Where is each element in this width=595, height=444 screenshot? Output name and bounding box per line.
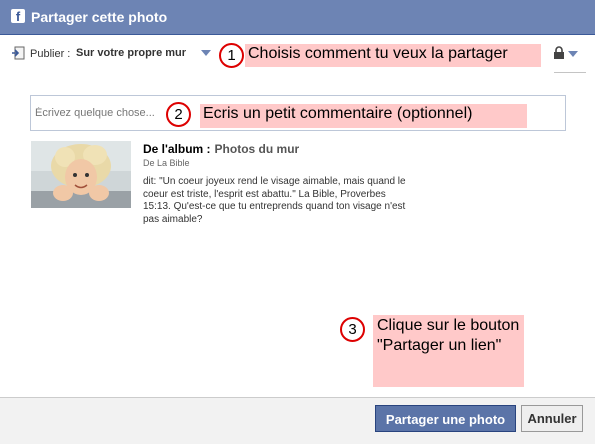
album-label: De l'album : <box>143 142 211 156</box>
owner-name: De La Bible <box>143 158 190 168</box>
album-name-link[interactable]: Photos du mur <box>215 142 300 156</box>
annotation-1-number: 1 <box>219 43 244 68</box>
lock-icon[interactable] <box>553 46 565 60</box>
photo-thumbnail[interactable] <box>31 141 131 208</box>
annotation-2-number: 2 <box>166 102 191 127</box>
audience-selector[interactable]: Sur votre propre mur <box>76 47 186 59</box>
annotation-3-number: 3 <box>340 317 365 342</box>
privacy-chevron-down-icon[interactable] <box>568 51 578 57</box>
annotation-2-text: Ecris un petit commentaire (optionnel) <box>200 104 527 128</box>
album-line: De l'album : Photos du mur <box>143 142 299 156</box>
publish-icon <box>12 46 25 60</box>
annotation-3-text: Clique sur le bouton "Partager un lien" <box>373 315 524 387</box>
dialog-titlebar: f Partager cette photo <box>0 0 595 35</box>
annotation-1-text: Choisis comment tu veux la partager <box>245 44 541 67</box>
share-photo-dialog: f Partager cette photo Publier : Sur vot… <box>0 0 595 444</box>
share-photo-button[interactable]: Partager une photo <box>375 405 516 432</box>
privacy-divider <box>554 72 586 73</box>
facebook-logo-icon: f <box>11 9 25 23</box>
chevron-down-icon[interactable] <box>201 50 211 56</box>
cancel-button[interactable]: Annuler <box>521 405 583 432</box>
publish-label: Publier : <box>30 48 71 60</box>
photo-description: dit: "Un coeur joyeux rend le visage aim… <box>143 176 406 225</box>
dialog-title: Partager cette photo <box>31 9 168 25</box>
